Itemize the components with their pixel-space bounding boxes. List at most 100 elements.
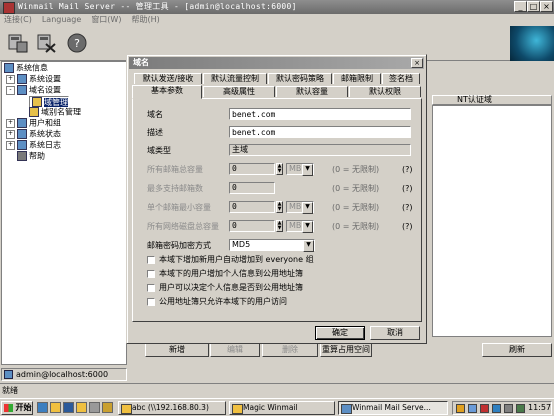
domain-input[interactable] bbox=[229, 108, 411, 120]
help-mark-icon[interactable]: (?) bbox=[402, 221, 413, 232]
dialog-close-button[interactable]: × bbox=[411, 58, 423, 68]
tab-basic-parameters[interactable]: 基本参数 bbox=[132, 85, 202, 99]
netdisk-capacity-unit-select[interactable]: MB ▼ bbox=[286, 220, 314, 233]
total-mailbox-capacity-label: 所有邮箱总容量 bbox=[147, 165, 203, 174]
maximize-button[interactable]: □ bbox=[527, 1, 540, 12]
tab-default-permissions[interactable]: 默认权限 bbox=[349, 86, 421, 97]
task-winmail-mail-server[interactable]: Winmail Mail Serve... bbox=[338, 401, 448, 415]
tree-item-system-settings[interactable]: + 系统设置 bbox=[6, 74, 61, 84]
tree-item-system-info[interactable]: 系统信息 bbox=[4, 63, 48, 73]
server-manager-icon[interactable] bbox=[89, 402, 100, 413]
expand-icon[interactable]: + bbox=[6, 118, 15, 128]
clock[interactable]: 11:57 bbox=[528, 402, 551, 414]
unlimited-note: (0 = 无限制) bbox=[332, 222, 380, 231]
unlimited-note: (0 = 无限制) bbox=[332, 184, 380, 193]
log-icon bbox=[17, 140, 27, 150]
domain-label: 域名 bbox=[147, 110, 163, 119]
quicklaunch-folder-icon[interactable] bbox=[102, 402, 113, 413]
app-icon bbox=[3, 2, 15, 14]
tree-item-system-status[interactable]: + 系统状态 bbox=[6, 129, 61, 139]
folder-icon[interactable] bbox=[76, 402, 87, 413]
user-decides-addressbook-checkbox[interactable] bbox=[147, 284, 155, 292]
status-bar: 就绪 bbox=[0, 383, 554, 396]
domain-manage-icon bbox=[32, 97, 42, 107]
total-capacity-spinner[interactable]: ▲ ▼ bbox=[276, 163, 283, 175]
connect-server-icon[interactable] bbox=[7, 32, 29, 54]
single-mailbox-capacity-input[interactable]: 0 bbox=[229, 201, 275, 213]
tree-item-domain-settings[interactable]: - 域名设置 bbox=[6, 85, 61, 95]
winmail-logo bbox=[510, 26, 554, 62]
status-text: 就绪 bbox=[2, 386, 18, 395]
show-desktop-icon[interactable] bbox=[37, 402, 48, 413]
tray-app-icon[interactable] bbox=[456, 404, 465, 413]
svg-text:?: ? bbox=[74, 37, 80, 50]
netdisk-capacity-input[interactable]: 0 bbox=[229, 220, 275, 232]
tab-default-password-policy[interactable]: 默认密码策略 bbox=[268, 73, 332, 84]
taskbar: 开始 abc (\\192.168.80.3) Magic Winmail Wi… bbox=[0, 398, 554, 416]
tree-item-users-groups[interactable]: + 用户和组 bbox=[6, 118, 61, 128]
task-abc-share[interactable]: abc (\\192.168.80.3) bbox=[118, 401, 226, 415]
command-prompt-icon[interactable] bbox=[63, 402, 74, 413]
tray-network-icon[interactable] bbox=[468, 404, 477, 413]
tab-advanced-properties[interactable]: 高级属性 bbox=[203, 86, 275, 97]
collapse-icon[interactable]: - bbox=[6, 85, 15, 95]
password-encryption-label: 邮箱密码加密方式 bbox=[147, 241, 211, 250]
tab-signature[interactable]: 签名档 bbox=[382, 73, 420, 84]
connection-status: admin@localhost:6000 bbox=[1, 368, 127, 381]
recalculate-space-button[interactable]: 重算占用空间 bbox=[320, 343, 372, 357]
expand-icon[interactable]: + bbox=[6, 140, 15, 150]
expand-icon[interactable]: + bbox=[6, 129, 15, 139]
password-encryption-select[interactable]: MD5 ▼ bbox=[229, 239, 315, 252]
help-mark-icon[interactable]: (?) bbox=[402, 183, 413, 194]
single-capacity-spinner[interactable]: ▲ ▼ bbox=[276, 201, 283, 213]
ok-button[interactable]: 确定 bbox=[315, 326, 365, 340]
help-icon[interactable]: ? bbox=[66, 32, 88, 54]
help-book-icon bbox=[17, 151, 27, 161]
domain-type-field: 主域 bbox=[229, 144, 411, 156]
menu-help[interactable]: 帮助(H) bbox=[131, 15, 159, 24]
help-mark-icon[interactable]: (?) bbox=[402, 164, 413, 175]
status-icon bbox=[17, 129, 27, 139]
column-header-nt-domain[interactable]: NT认证域 bbox=[432, 95, 552, 105]
tree-item-system-log[interactable]: + 系统日志 bbox=[6, 140, 61, 150]
tab-default-traffic-control[interactable]: 默认流量控制 bbox=[203, 73, 267, 84]
netdisk-capacity-spinner[interactable]: ▲ ▼ bbox=[276, 220, 283, 232]
tray-volume-icon[interactable] bbox=[504, 404, 513, 413]
menu-window[interactable]: 窗口(W) bbox=[91, 15, 121, 24]
tab-mailbox-limits[interactable]: 邮箱限制 bbox=[333, 73, 381, 84]
edit-button[interactable]: 编辑 bbox=[210, 343, 260, 357]
tab-default-send-receive[interactable]: 默认发送/接收 bbox=[134, 73, 202, 84]
addressbook-domain-only-checkbox[interactable] bbox=[147, 298, 155, 306]
menu-connect[interactable]: 连接(C) bbox=[4, 15, 32, 24]
start-button[interactable]: 开始 bbox=[1, 401, 33, 415]
tray-status-icon[interactable] bbox=[516, 404, 525, 413]
auto-add-everyone-checkbox[interactable] bbox=[147, 256, 155, 264]
tray-winmail-icon[interactable] bbox=[492, 404, 501, 413]
add-to-public-addressbook-checkbox[interactable] bbox=[147, 270, 155, 278]
max-mailbox-count-input[interactable]: 0 bbox=[229, 182, 275, 194]
minimize-button[interactable]: _ bbox=[514, 1, 527, 12]
tray-security-icon[interactable] bbox=[480, 404, 489, 413]
total-mailbox-capacity-input[interactable]: 0 bbox=[229, 163, 275, 175]
add-button[interactable]: 新增 bbox=[145, 343, 209, 357]
tree-item-domain-alias[interactable]: 域别名管理 bbox=[29, 107, 81, 117]
help-mark-icon[interactable]: (?) bbox=[402, 202, 413, 213]
chevron-down-icon: ▼ bbox=[302, 202, 313, 214]
expand-icon[interactable]: + bbox=[6, 74, 15, 84]
close-button[interactable]: × bbox=[540, 1, 553, 12]
explorer-icon[interactable] bbox=[50, 402, 61, 413]
disconnect-server-icon[interactable] bbox=[35, 32, 57, 54]
single-capacity-unit-select[interactable]: MB ▼ bbox=[286, 201, 314, 214]
task-magic-winmail[interactable]: Magic Winmail bbox=[229, 401, 335, 415]
refresh-button[interactable]: 刷新 bbox=[482, 343, 552, 357]
tree-item-help[interactable]: 帮助 bbox=[17, 151, 45, 161]
total-capacity-unit-select[interactable]: MB ▼ bbox=[286, 163, 314, 176]
menu-language[interactable]: Language bbox=[42, 15, 81, 24]
addressbook-domain-only-label: 公用地址簿只允许本域下的用户访问 bbox=[159, 297, 287, 306]
cancel-button[interactable]: 取消 bbox=[370, 326, 420, 340]
domain-list[interactable] bbox=[432, 105, 552, 337]
tab-default-capacity[interactable]: 默认容量 bbox=[276, 86, 348, 97]
description-input[interactable] bbox=[229, 126, 411, 138]
navigation-tree: 系统信息 + 系统设置 - 域名设置 域管理 域别名管理 + 用户和组 + 系统状态 +… bbox=[1, 61, 127, 365]
delete-button[interactable]: 删除 bbox=[262, 343, 318, 357]
